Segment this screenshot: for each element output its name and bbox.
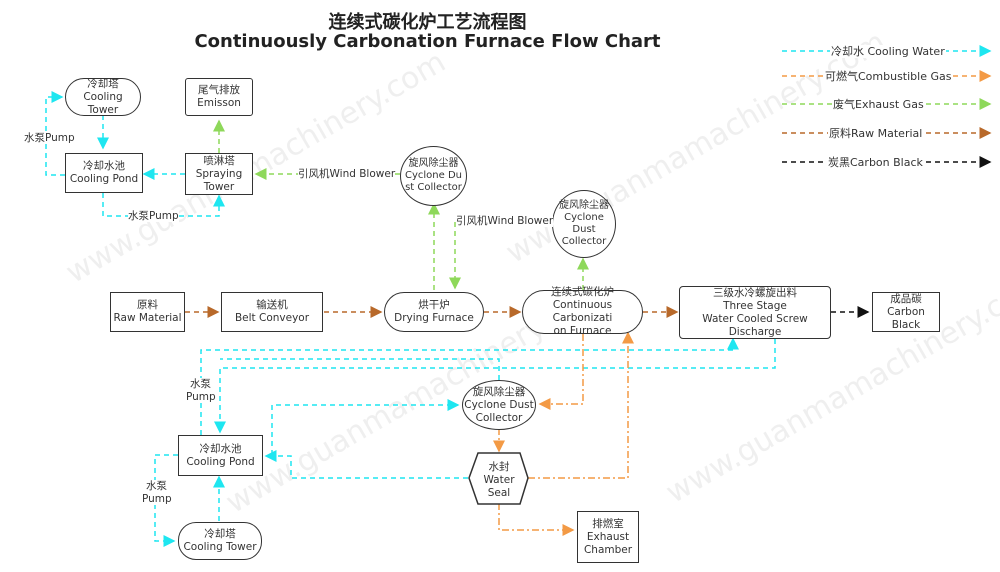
node-label-en: Cyclone Du st Collector — [404, 170, 462, 193]
node-label-zh: 排燃室 — [592, 517, 624, 530]
edge-seal-to-chamber — [498, 503, 575, 536]
node-exhaust-chamber: 排燃室 Exhaust Chamber — [577, 511, 639, 563]
edge-cyclone2-to-dryer — [449, 220, 553, 290]
node-cooling-pond-bottom: 冷却水池 Cooling Pond — [178, 435, 263, 476]
label-pump-low-en: Pump — [142, 493, 172, 505]
node-water-seal: 水封 Water Seal — [470, 458, 528, 502]
node-cyclone-1: 旋风除尘器 Cyclone Du st Collector — [400, 146, 467, 206]
node-screw-discharge: 三级水冷螺旋出料 Three Stage Water Cooled Screw … — [679, 286, 831, 339]
node-label-en: Cooling Tower — [183, 541, 257, 553]
label-pump-mid-en: Pump — [186, 391, 216, 403]
node-label-zh: 三级水冷螺旋出料 — [713, 286, 797, 299]
node-label-zh: 烘干炉 — [418, 299, 450, 311]
node-label-zh: 连续式碳化炉 — [551, 286, 614, 298]
node-cyclone-3: 旋风除尘器 Cyclone Dust Collector — [462, 380, 536, 430]
edge-seal-to-pond — [264, 450, 468, 479]
label-pump-mid-zh: 水泵 — [190, 378, 211, 390]
legend-cooling-water: 冷却水 Cooling Water — [830, 45, 946, 58]
node-label-en: Emisson — [197, 97, 241, 109]
node-label-zh: 旋风除尘器 — [472, 385, 526, 398]
label-pump-mid: 水泵 — [190, 378, 211, 390]
node-label-en: Water Seal — [483, 473, 515, 499]
label-wind-blower-2: 引风机Wind Blower — [456, 215, 554, 227]
node-cooling-pond-top: 冷却水池 Cooling Pond — [65, 153, 143, 193]
node-carbon-black: 成品碳 Carbon Black — [872, 292, 940, 332]
node-raw-material: 原料 Raw Material — [110, 292, 185, 332]
node-cyclone-2: 旋风除尘器 Cyclone Dust Collector — [552, 190, 616, 258]
edge-cyclone3-water — [220, 358, 500, 380]
legend-exhaust-gas: 废气Exhaust Gas — [832, 98, 925, 111]
label-pump-top-bottom: 水泵Pump — [128, 210, 179, 222]
node-cooling-tower-top: 冷却塔 Cooling Tower — [65, 78, 141, 116]
edge-pond-to-cyclone3 — [271, 399, 460, 455]
node-label-zh: 冷却塔 — [87, 77, 119, 90]
node-label-en: Cooling Tower — [83, 90, 123, 116]
node-label-zh: 旋风除尘器 — [408, 158, 459, 169]
node-label-zh: 输送机 — [256, 299, 288, 311]
node-label-en: Exhaust Chamber — [583, 530, 633, 556]
legend-carbon-black: 炭黑Carbon Black — [827, 156, 924, 169]
node-label-en: Cooling Pond — [69, 173, 139, 185]
node-label-en: Cooling Pond — [186, 455, 255, 468]
node-label-en: Three Stage Water Cooled Screw Discharge — [702, 299, 808, 338]
node-label-zh: 旋风除尘器 — [559, 200, 609, 211]
node-label-en: Drying Furnace — [394, 312, 474, 324]
node-emission: 尾气排放 Emisson — [185, 78, 253, 116]
node-label-en: Raw Material — [113, 312, 182, 324]
node-carbonization-furnace: 连续式碳化炉 Continuous Carbonizati on Furnace — [522, 286, 643, 337]
legend-combustible-gas: 可燃气Combustible Gas — [824, 70, 953, 83]
node-label-zh: 尾气排放 — [198, 84, 240, 96]
node-label-zh: 喷淋塔 — [203, 154, 235, 167]
label-pump-top-left: 水泵Pump — [24, 132, 75, 144]
node-label-en: Cyclone Dust Collector — [464, 398, 534, 424]
node-label-zh: 冷却水池 — [83, 160, 125, 172]
node-cooling-tower-bottom: 冷却塔 Cooling Tower — [178, 522, 262, 560]
node-label-en: Belt Conveyor — [234, 312, 310, 324]
title-en: Continuously Carbonation Furnace Flow Ch… — [194, 31, 661, 52]
node-label-zh: 冷却塔 — [204, 528, 236, 540]
node-drying-furnace: 烘干炉 Drying Furnace — [384, 292, 484, 332]
node-label-zh: 原料 — [137, 299, 158, 311]
edge-seal-to-furnace — [528, 331, 634, 479]
node-label-en: Cyclone Dust Collector — [561, 212, 607, 247]
node-label-zh: 冷却水池 — [199, 442, 242, 455]
node-label-en: Continuous Carbonizati on Furnace — [552, 299, 613, 337]
edge-furnace-to-cyclone3 — [538, 334, 584, 410]
node-label-zh: 水封 — [488, 460, 510, 473]
node-label-en: Carbon Black — [887, 305, 925, 331]
node-spraying-tower: 喷淋塔 Spraying Tower — [185, 153, 253, 195]
label-wind-blower-1: 引风机Wind Blower — [298, 168, 396, 180]
node-label-zh: 成品碳 — [890, 292, 922, 305]
node-label-en: Spraying Tower — [195, 167, 243, 193]
legend-raw-material: 原料Raw Material — [828, 127, 924, 140]
node-belt-conveyor: 输送机 Belt Conveyor — [221, 292, 323, 332]
label-pump-low-zh: 水泵 — [146, 480, 167, 492]
